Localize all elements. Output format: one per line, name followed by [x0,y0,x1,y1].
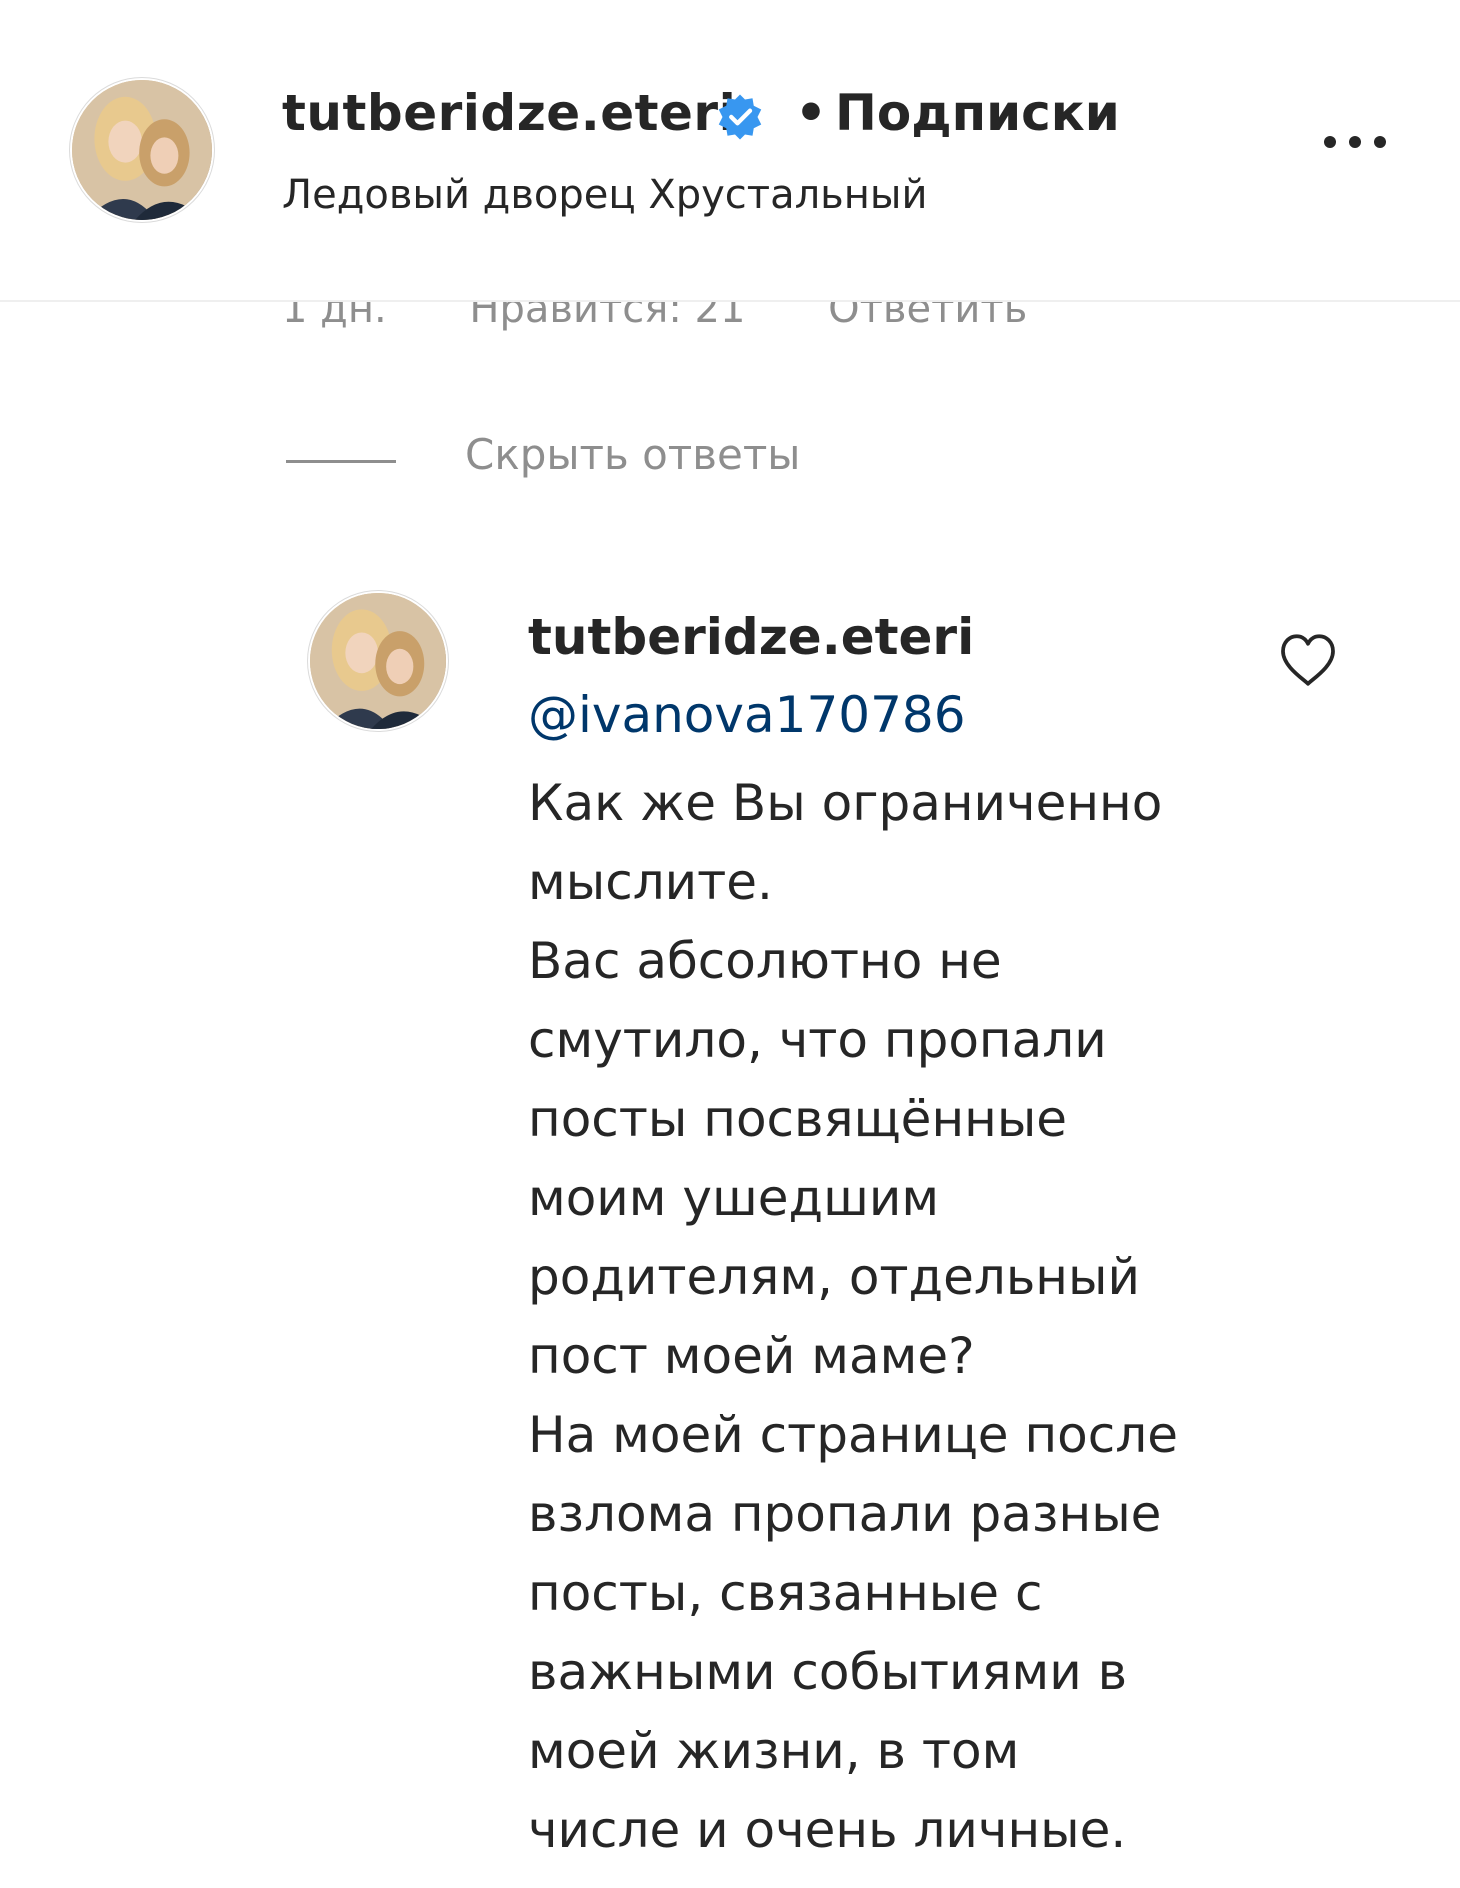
separator-dot: • [795,84,827,142]
reply-text-line: важными событиями в [528,1643,1128,1701]
reply-text-line: На моей странице после [528,1406,1178,1464]
reply-avatar[interactable] [310,593,446,729]
reply-username[interactable]: tutberidze.eteri [528,608,974,666]
header-username[interactable]: tutberidze.eteri [282,84,736,142]
following-button[interactable]: Подписки [835,84,1120,142]
reply-text-line: Как же Вы ограниченно [528,774,1163,832]
reply-text-line: моей жизни, в том [528,1722,1020,1780]
reply-text-line: Вас абсолютно не [528,932,1002,990]
heart-outline-icon[interactable] [1278,632,1338,688]
reply-text-line: посты, связанные с [528,1564,1043,1622]
post-header: tutberidze.eteri • Подписки Ледовый двор… [0,0,1460,302]
avatar-photo-icon [310,593,446,729]
location-link[interactable]: Ледовый дворец Хрустальный [282,172,927,218]
mention-link[interactable]: @ivanova170786 [528,686,966,744]
more-options-icon[interactable] [1320,130,1390,154]
reply-text-line: пост моей маме? [528,1327,975,1385]
reply-text-line: числе и очень личные. [528,1801,1127,1859]
replies-divider [286,460,396,463]
reply-text-line: смутило, что пропали [528,1011,1107,1069]
avatar-photo-icon [72,80,212,220]
hide-replies-button[interactable]: Скрыть ответы [465,430,800,479]
reply-text-line: посты посвящённые [528,1090,1068,1148]
reply-text-line: моим ушедшим [528,1169,940,1227]
reply-text-line: родителям, отдельный [528,1248,1140,1306]
verified-badge-icon [718,94,762,140]
reply-text-line: взлома пропали разные [528,1485,1162,1543]
reply-text-line: мыслите. [528,853,773,911]
profile-avatar[interactable] [72,80,212,220]
reply-text: Как же Вы ограниченно мыслите. Вас абсол… [528,764,1228,1870]
